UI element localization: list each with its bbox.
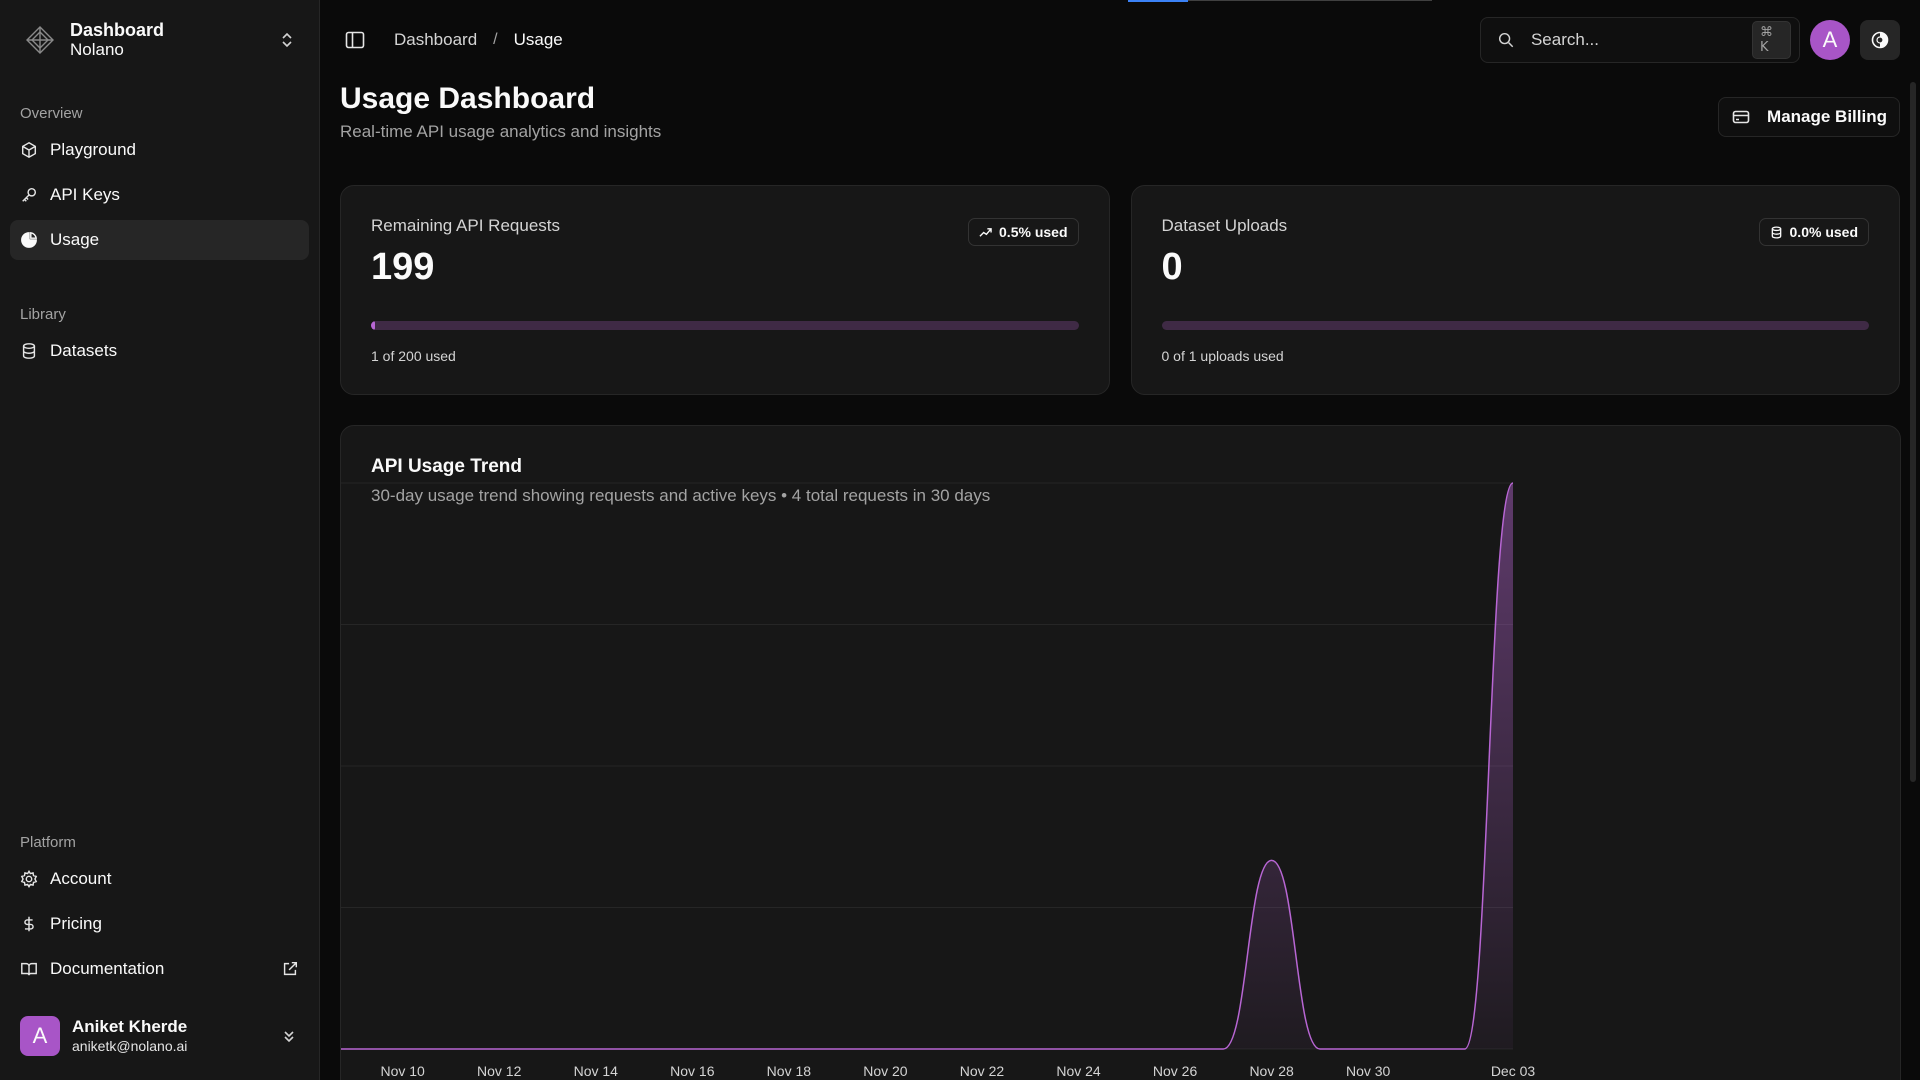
- manage-billing-label: Manage Billing: [1767, 107, 1887, 126]
- brand-title: Dashboard: [70, 20, 165, 40]
- top-bar: Dashboard / Usage ⌘ K A: [320, 0, 1920, 80]
- sidebar-item-api-keys[interactable]: API Keys: [10, 175, 309, 215]
- brand-subtitle: Nolano: [70, 40, 124, 59]
- search-box[interactable]: ⌘ K: [1480, 17, 1800, 63]
- x-tick-label: Nov 14: [574, 1063, 619, 1079]
- loading-track: [1188, 0, 1432, 1]
- sidebar: Dashboard Nolano Overview Playground API…: [0, 0, 320, 1080]
- sidebar-item-label: Documentation: [50, 959, 165, 978]
- avatar: A: [20, 1016, 60, 1056]
- usage-progress-fill: [371, 321, 375, 330]
- x-tick-label: Nov 30: [1346, 1063, 1391, 1079]
- breadcrumb-current: Usage: [513, 30, 563, 49]
- sidebar-item-usage[interactable]: Usage: [10, 220, 309, 260]
- card-footnote: 1 of 200 used: [371, 348, 456, 364]
- sidebar-item-account[interactable]: Account: [10, 859, 309, 899]
- sidebar-item-documentation[interactable]: Documentation: [10, 949, 309, 989]
- group-label-platform: Platform: [20, 834, 76, 851]
- dollar-icon: [24, 916, 34, 932]
- x-tick-label: Nov 16: [670, 1063, 715, 1079]
- sidebar-item-label: API Keys: [50, 185, 120, 204]
- dataset-uploads-card: Dataset Uploads 0 0.0% used 0 of 1 uploa…: [1130, 185, 1900, 395]
- external-link-icon: [283, 961, 298, 976]
- search-shortcut: ⌘ K: [1751, 21, 1791, 59]
- page-subtitle: Real-time API usage analytics and insigh…: [340, 122, 662, 141]
- logo-icon: [24, 24, 56, 56]
- user-menu[interactable]: A Aniket Kherde aniketk@nolano.ai: [10, 1004, 309, 1068]
- x-tick-label: Nov 28: [1249, 1063, 1294, 1079]
- manage-billing-button[interactable]: Manage Billing: [1718, 97, 1900, 137]
- breadcrumb-separator: /: [493, 31, 498, 48]
- x-tick-label: Nov 10: [380, 1063, 425, 1079]
- sidebar-item-label: Account: [50, 869, 112, 888]
- group-label-overview: Overview: [20, 105, 83, 122]
- search-icon: [1498, 32, 1514, 48]
- sidebar-toggle-icon[interactable]: [344, 29, 366, 51]
- usage-badge: 0.5% used: [968, 218, 1079, 246]
- group-label-library: Library: [20, 306, 66, 323]
- card-footnote: 0 of 1 uploads used: [1161, 348, 1284, 364]
- database-icon: [1771, 225, 1781, 239]
- box-icon: [21, 141, 37, 159]
- usage-trend-chart[interactable]: 00.751.52.253Nov 04Nov 06Nov 08Nov 10Nov…: [341, 426, 1901, 1080]
- sidebar-item-label: Datasets: [50, 341, 118, 360]
- main-content: Usage Dashboard Real-time API usage anal…: [340, 80, 1901, 1080]
- usage-progress-track: [371, 321, 1079, 330]
- search-input[interactable]: [1530, 30, 1752, 50]
- credit-card-icon: [1732, 110, 1750, 124]
- badge-text: 0.5% used: [999, 224, 1068, 240]
- x-tick-label: Nov 12: [477, 1063, 522, 1079]
- gear-icon: [20, 870, 38, 888]
- x-tick-label: Nov 22: [960, 1063, 1005, 1079]
- user-avatar-button[interactable]: A: [1810, 20, 1850, 60]
- chevrons-down-icon: [284, 1031, 294, 1043]
- theme-toggle-button[interactable]: [1860, 20, 1900, 60]
- usage-trend-card: API Usage Trend 30-day usage trend showi…: [340, 425, 1901, 1080]
- scrollbar[interactable]: [1910, 82, 1916, 782]
- chevrons-up-down-icon: [282, 32, 292, 48]
- key-icon: [22, 187, 37, 202]
- user-name: Aniket Kherde: [72, 1017, 188, 1036]
- sidebar-item-pricing[interactable]: Pricing: [10, 904, 309, 944]
- x-tick-label: Nov 24: [1056, 1063, 1101, 1079]
- pie-chart-icon: [21, 231, 38, 248]
- card-value: 199: [371, 246, 435, 288]
- api-requests-card: Remaining API Requests 199 0.5% used 1 o…: [340, 185, 1110, 395]
- sidebar-item-label: Pricing: [50, 914, 102, 933]
- loading-indicator: [1128, 0, 1188, 2]
- x-tick-label: Nov 26: [1153, 1063, 1198, 1079]
- x-tick-label: Nov 18: [767, 1063, 812, 1079]
- book-icon: [21, 962, 37, 976]
- sidebar-item-label: Usage: [50, 230, 100, 249]
- sidebar-item-datasets[interactable]: Datasets: [10, 331, 309, 371]
- user-email: aniketk@nolano.ai: [72, 1038, 188, 1054]
- x-tick-label: Nov 20: [863, 1063, 908, 1079]
- sidebar-item-label: Playground: [50, 140, 137, 159]
- sidebar-item-playground[interactable]: Playground: [10, 130, 309, 170]
- trending-up-icon: [979, 227, 992, 237]
- card-value: 0: [1161, 246, 1183, 288]
- page-title: Usage Dashboard: [340, 82, 596, 115]
- database-icon: [22, 343, 36, 359]
- usage-badge: 0.0% used: [1758, 218, 1869, 246]
- usage-progress-track: [1161, 321, 1869, 330]
- contrast-icon: [1871, 31, 1889, 49]
- badge-text: 0.0% used: [1789, 224, 1858, 240]
- breadcrumb-dashboard[interactable]: Dashboard: [394, 30, 477, 50]
- workspace-switcher[interactable]: Dashboard Nolano: [0, 0, 319, 80]
- x-tick-label: Dec 03: [1491, 1063, 1536, 1079]
